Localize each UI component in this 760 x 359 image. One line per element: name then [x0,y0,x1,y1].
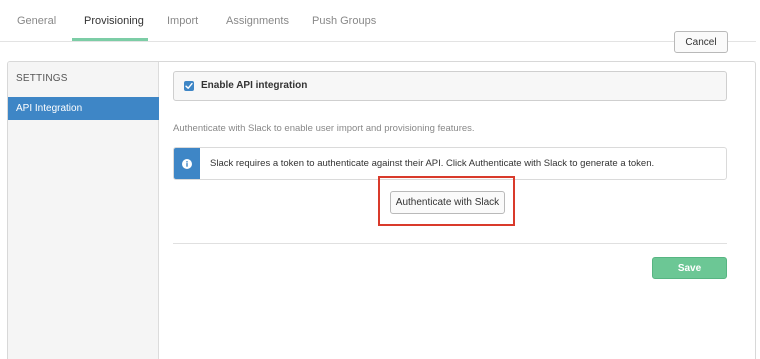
tab-bar: General Provisioning Import Assignments … [0,0,756,42]
info-icon-cell [174,148,200,179]
authenticate-with-slack-button[interactable]: Authenticate with Slack [390,191,505,214]
enable-api-integration-checkbox[interactable] [184,81,194,91]
tab-provisioning[interactable]: Provisioning [84,15,144,27]
check-icon [185,82,193,89]
info-icon [182,159,192,169]
sidebar-item-api-integration[interactable]: API Integration [8,97,159,120]
authenticate-hint-text: Authenticate with Slack to enable user i… [173,123,475,134]
enable-api-integration-row: Enable API integration [173,71,727,101]
info-message-text: Slack requires a token to authenticate a… [210,158,655,169]
save-button[interactable]: Save [652,257,727,279]
cancel-button[interactable]: Cancel [674,31,728,53]
tab-import[interactable]: Import [167,15,198,27]
form-divider [173,243,727,244]
enable-api-integration-label: Enable API integration [201,80,308,91]
tab-push-groups[interactable]: Push Groups [312,15,376,27]
tab-assignments[interactable]: Assignments [226,15,289,27]
sidebar-heading: SETTINGS [16,73,68,84]
tab-general[interactable]: General [17,15,56,27]
sidebar: SETTINGS API Integration [8,62,159,359]
active-tab-indicator [72,38,148,41]
